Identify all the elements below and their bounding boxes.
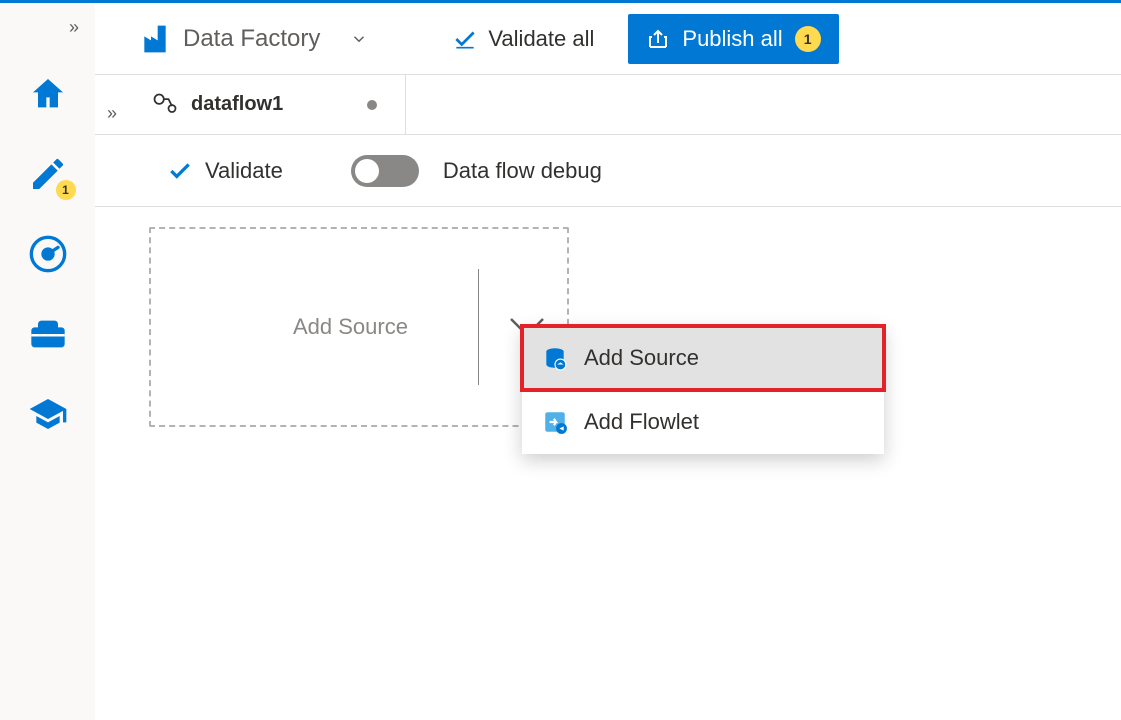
add-source-placeholder[interactable]: Add Source xyxy=(149,227,569,427)
expand-resource-panel-icon[interactable]: » xyxy=(107,103,117,124)
check-icon xyxy=(167,158,193,184)
add-source-label: Add Source xyxy=(293,314,408,340)
gauge-icon xyxy=(28,234,68,274)
dropdown-add-flowlet[interactable]: Add Flowlet xyxy=(522,390,884,454)
debug-toggle[interactable] xyxy=(351,155,419,187)
nav-manage[interactable] xyxy=(24,310,72,358)
datasource-icon xyxy=(542,345,568,371)
graduation-cap-icon xyxy=(28,394,68,434)
validate-all-icon xyxy=(452,26,478,52)
validate-all-label: Validate all xyxy=(488,26,594,52)
validate-label: Validate xyxy=(205,158,283,184)
dropdown-add-source[interactable]: Add Source xyxy=(522,326,884,390)
home-icon xyxy=(28,74,68,114)
dataflow-icon xyxy=(151,91,179,119)
author-badge: 1 xyxy=(56,180,76,200)
command-bar: Data Factory Validate all Publish all 1 xyxy=(95,3,1121,75)
divider xyxy=(478,269,479,385)
factory-selector[interactable]: Data Factory xyxy=(139,23,368,55)
nav-monitor[interactable] xyxy=(24,230,72,278)
toggle-knob-icon xyxy=(355,159,379,183)
source-dropdown: Add Source Add Flowlet xyxy=(522,326,884,454)
nav-home[interactable] xyxy=(24,70,72,118)
factory-icon xyxy=(139,23,171,55)
nav-author[interactable]: 1 xyxy=(24,150,72,198)
publish-icon xyxy=(646,27,670,51)
dropdown-add-source-label: Add Source xyxy=(584,345,699,371)
tab-strip-empty xyxy=(406,75,1121,134)
toolbox-icon xyxy=(28,314,68,354)
dataflow-toolbar: Validate Data flow debug xyxy=(95,135,1121,207)
expand-rail-icon[interactable]: » xyxy=(69,17,79,38)
publish-all-label: Publish all xyxy=(682,26,782,52)
publish-all-button[interactable]: Publish all 1 xyxy=(628,14,838,64)
flowlet-icon xyxy=(542,409,568,435)
chevron-down-icon xyxy=(350,30,368,48)
left-nav-rail: » 1 xyxy=(0,3,95,720)
validate-button[interactable]: Validate xyxy=(167,158,283,184)
tab-title: dataflow1 xyxy=(191,93,283,116)
tab-strip: dataflow1 xyxy=(95,75,1121,135)
nav-learn[interactable] xyxy=(24,390,72,438)
tab-dataflow1[interactable]: dataflow1 xyxy=(139,75,406,134)
dropdown-add-flowlet-label: Add Flowlet xyxy=(584,409,699,435)
publish-count-badge: 1 xyxy=(795,26,821,52)
debug-label: Data flow debug xyxy=(443,158,602,184)
factory-name: Data Factory xyxy=(183,25,320,53)
unsaved-indicator-icon xyxy=(367,100,377,110)
validate-all-button[interactable]: Validate all xyxy=(440,20,606,58)
